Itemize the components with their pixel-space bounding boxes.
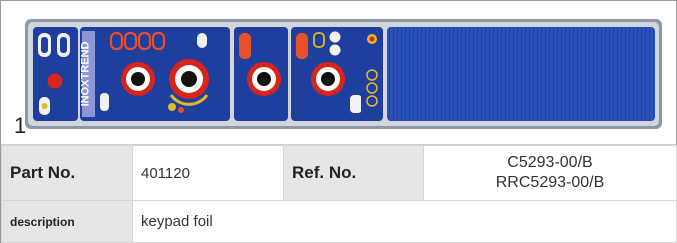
part-row: Part No. 401120 Ref. No. C5293-00/B RRC5…	[1, 145, 677, 201]
ref-no-value-2: RRC5293-00/B	[495, 174, 605, 191]
textured-area	[387, 27, 655, 121]
description-label: description	[1, 200, 133, 243]
description-value: keypad foil	[132, 200, 677, 243]
part-image-area: 1 INOXTREND	[1, 1, 676, 145]
ref-no-label: Ref. No.	[283, 145, 424, 201]
brand-text: INOXTREND	[80, 42, 92, 107]
spec-table: Part No. 401120 Ref. No. C5293-00/B RRC5…	[1, 145, 677, 243]
description-row: description keypad foil	[1, 200, 677, 243]
part-card: 1 INOXTREND Part No. 401120 Ref. No. C52…	[0, 0, 677, 243]
part-no-label: Part No.	[1, 145, 133, 201]
ref-no-value: C5293-00/B RRC5293-00/B	[423, 145, 677, 201]
keypad-foil-image: INOXTREND	[25, 19, 662, 129]
part-no-value: 401120	[132, 145, 284, 201]
ref-no-value-1: C5293-00/B	[507, 154, 593, 171]
power-indicator-icon	[47, 73, 63, 89]
